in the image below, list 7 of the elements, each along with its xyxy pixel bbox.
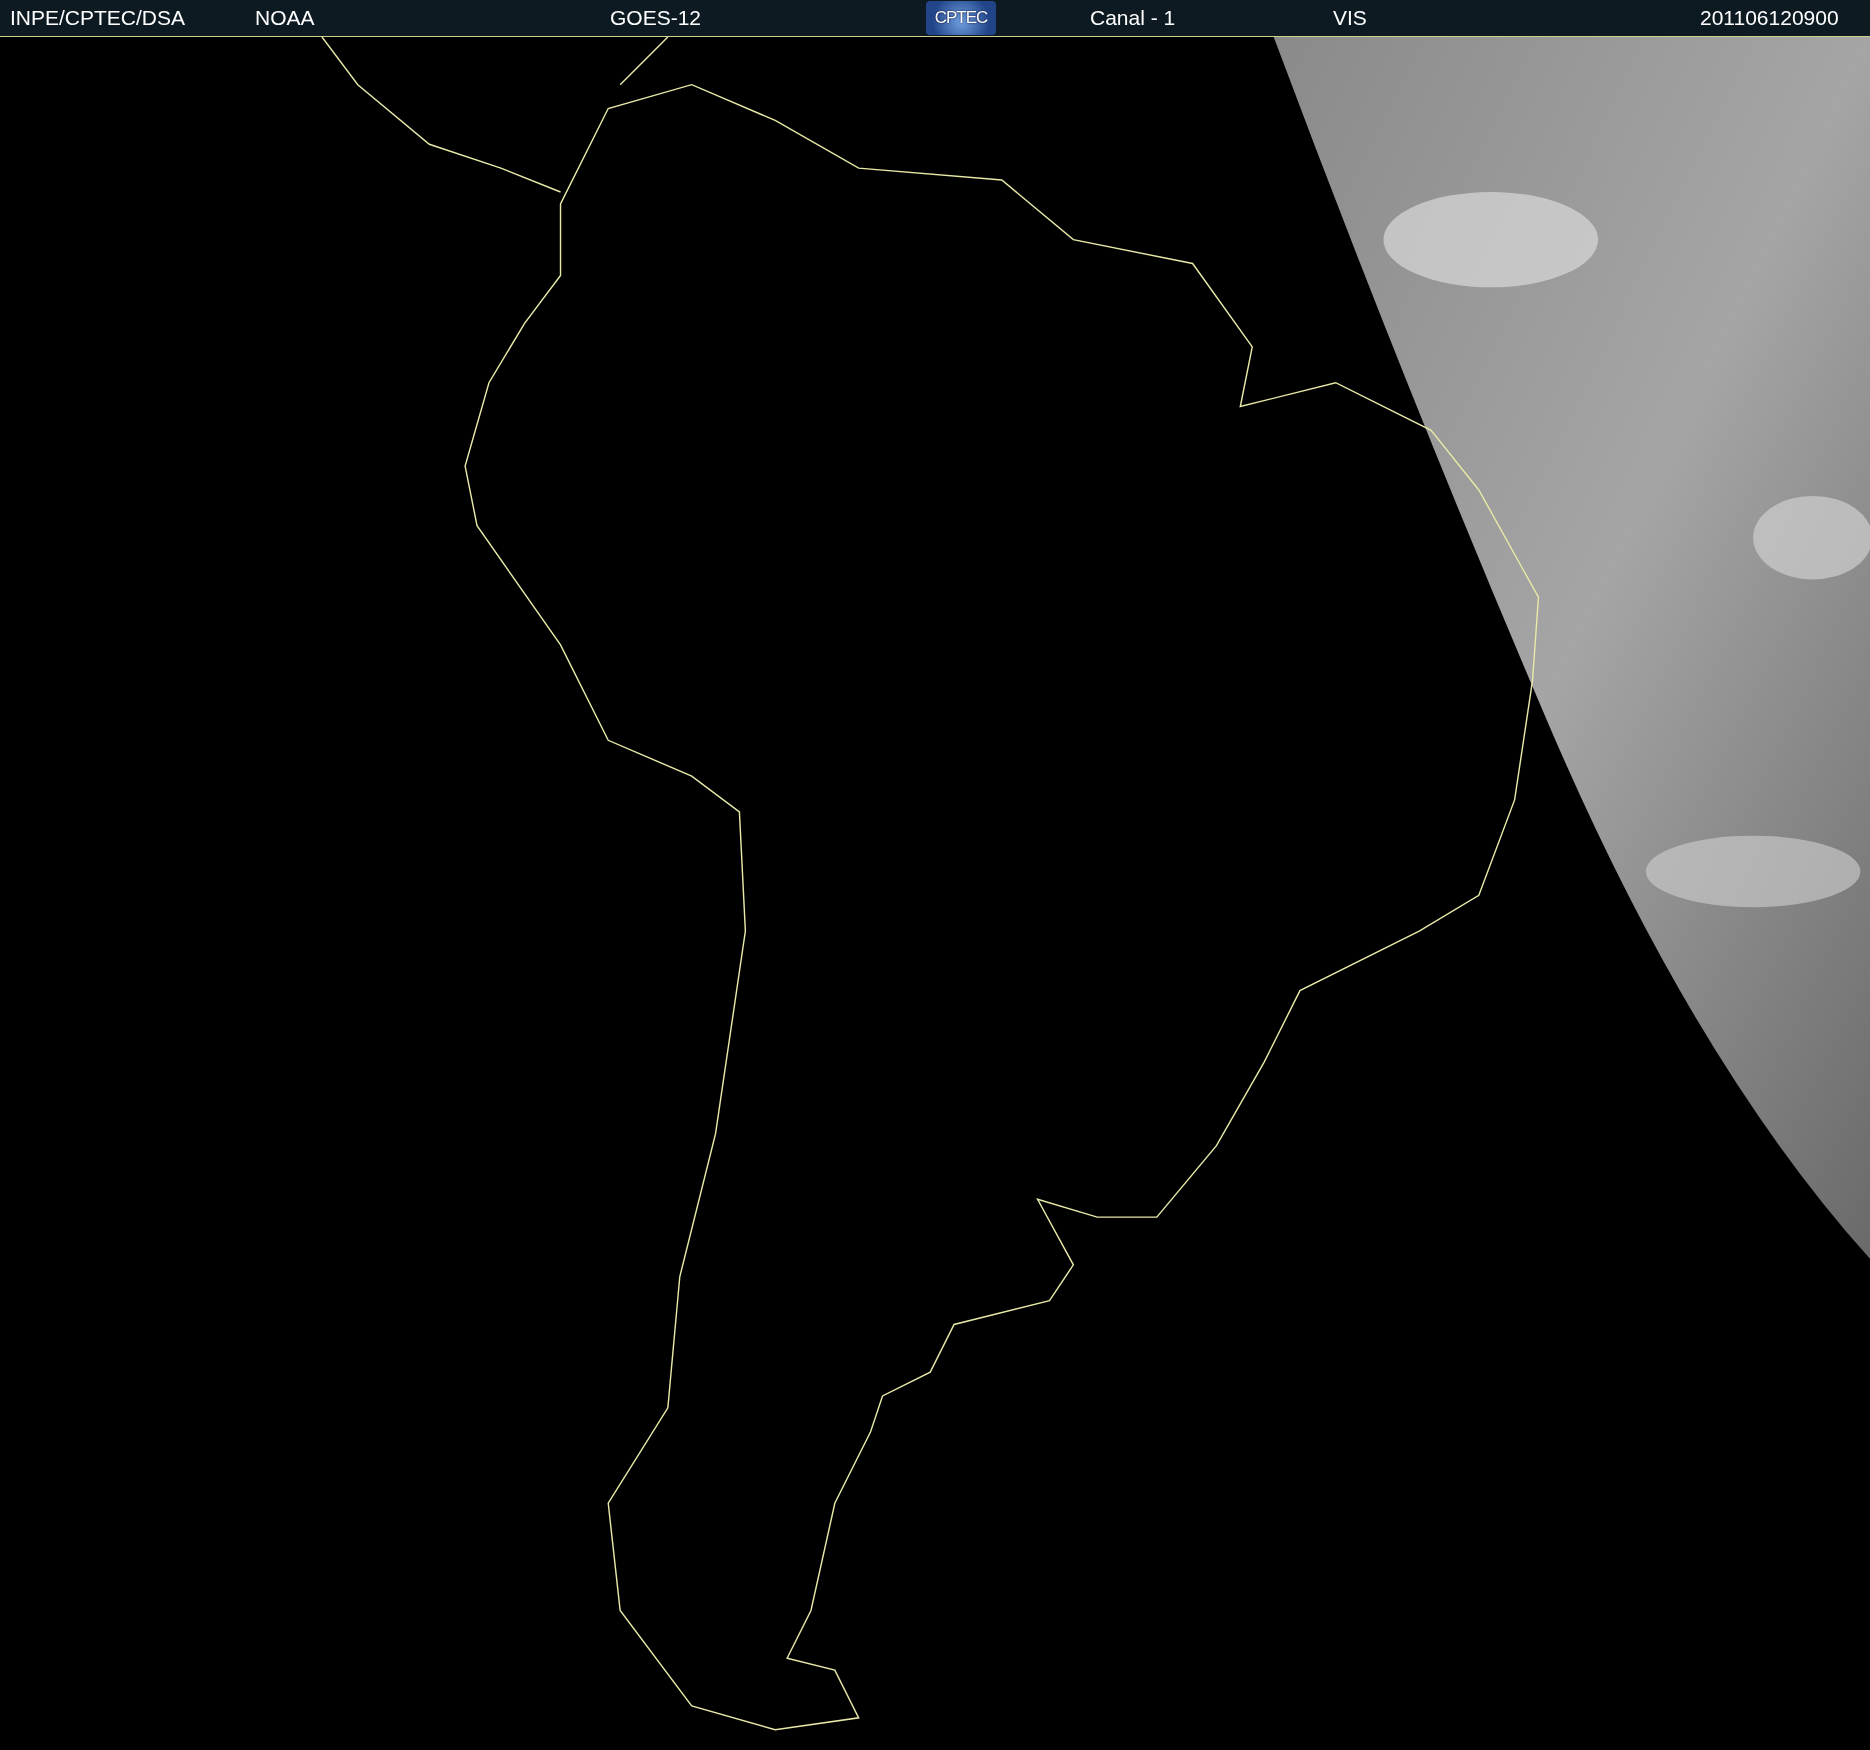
header-label: 201106120900 <box>1700 6 1840 30</box>
logo: CPTEC <box>926 1 996 35</box>
header-label: GOES-12 <box>610 6 703 30</box>
header-label: VIS <box>1333 6 1368 30</box>
header-label: Canal - 1 <box>1090 6 1177 30</box>
header-label: NOAA <box>255 6 316 30</box>
header-label: INPE/CPTEC/DSA <box>10 6 187 30</box>
